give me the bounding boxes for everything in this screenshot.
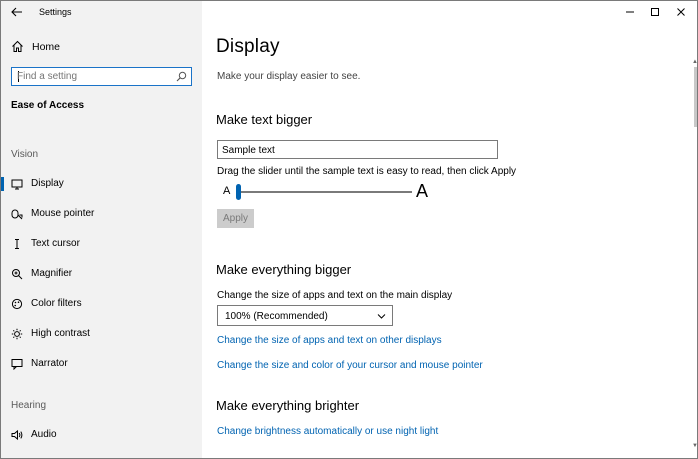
high-contrast-icon (11, 328, 23, 340)
sidebar-item-label: Audio (31, 429, 57, 440)
page-subtitle: Make your display easier to see. (217, 71, 361, 82)
app-title: Settings (39, 7, 72, 17)
close-icon (677, 8, 685, 16)
back-arrow-icon (11, 7, 22, 17)
maximize-button[interactable] (648, 5, 662, 19)
sidebar-home[interactable]: Home (1, 37, 202, 57)
magnifier-icon (12, 269, 23, 280)
apply-button[interactable]: Apply (217, 209, 254, 228)
section-title: Ease of Access (11, 100, 85, 111)
selected-indicator (1, 177, 4, 191)
sidebar-item-display[interactable]: Display (1, 173, 202, 195)
scroll-up-arrow-icon[interactable]: ▲ (692, 59, 697, 65)
sidebar-item-label: Narrator (31, 358, 68, 369)
group-label-vision: Vision (11, 149, 39, 160)
main-content: ▲ ▼ Display Make your display easier to … (202, 1, 697, 458)
sidebar-item-label: Magnifier (31, 268, 73, 279)
scrollbar-thumb[interactable] (694, 67, 697, 127)
color-filters-icon (11, 298, 23, 310)
sidebar-item-label: Display (31, 178, 64, 189)
back-button[interactable] (7, 4, 27, 20)
sidebar-item-narrator[interactable]: Narrator (1, 353, 202, 375)
heading-make-everything-bigger: Make everything bigger (216, 262, 352, 277)
maximize-icon (651, 8, 659, 16)
scale-dropdown-value: 100% (Recommended) (225, 311, 328, 322)
sidebar-item-color-filters[interactable]: Color filters (1, 293, 202, 315)
slider-small-a: A (223, 185, 231, 197)
settings-window: Settings Home Ease of Access Vision D (0, 0, 698, 459)
sidebar-item-high-contrast[interactable]: High contrast (1, 323, 202, 345)
group-label-hearing: Hearing (11, 400, 47, 411)
narrator-icon (11, 359, 23, 370)
sidebar-item-label: Mouse pointer (31, 208, 95, 219)
scale-dropdown[interactable]: 100% (Recommended) (217, 305, 393, 326)
sample-text-box: Sample text (217, 140, 498, 159)
close-button[interactable] (674, 5, 688, 19)
link-brightness[interactable]: Change brightness automatically or use n… (217, 426, 438, 437)
sidebar-item-mouse-pointer[interactable]: Mouse pointer (1, 203, 202, 225)
scale-label: Change the size of apps and text on the … (217, 290, 453, 301)
text-size-slider-track[interactable] (236, 191, 412, 193)
heading-make-text-bigger: Make text bigger (216, 112, 313, 127)
sidebar-item-audio[interactable]: Audio (1, 424, 202, 446)
sidebar-item-text-cursor[interactable]: Text cursor (1, 233, 202, 255)
minimize-icon (626, 11, 634, 13)
sidebar: Settings Home Ease of Access Vision D (1, 1, 202, 458)
chevron-down-icon (377, 314, 386, 319)
link-cursor-size[interactable]: Change the size and color of your cursor… (217, 360, 483, 371)
search-box[interactable] (11, 67, 192, 86)
mouse-pointer-icon (11, 209, 23, 220)
audio-icon (11, 429, 23, 441)
sidebar-home-label: Home (32, 41, 61, 53)
scroll-down-arrow-icon[interactable]: ▼ (692, 443, 697, 449)
link-other-displays[interactable]: Change the size of apps and text on othe… (217, 335, 442, 346)
heading-make-everything-brighter: Make everything brighter (216, 398, 360, 413)
search-icon[interactable] (176, 71, 187, 82)
sidebar-item-magnifier[interactable]: Magnifier (1, 263, 202, 285)
sidebar-item-label: Text cursor (31, 238, 80, 249)
text-size-slider-thumb[interactable] (236, 184, 241, 200)
sample-text: Sample text (222, 145, 275, 156)
display-icon (11, 179, 23, 190)
search-input[interactable] (17, 70, 167, 83)
page-title: Display (216, 36, 280, 57)
text-cursor-icon (15, 239, 19, 249)
sidebar-item-label: Color filters (31, 298, 82, 309)
sidebar-item-label: High contrast (31, 328, 90, 339)
home-icon (12, 40, 23, 52)
title-bar: Settings (1, 1, 202, 25)
slider-hint: Drag the slider until the sample text is… (217, 166, 517, 177)
slider-large-a: A (416, 181, 429, 201)
minimize-button[interactable] (623, 5, 637, 19)
